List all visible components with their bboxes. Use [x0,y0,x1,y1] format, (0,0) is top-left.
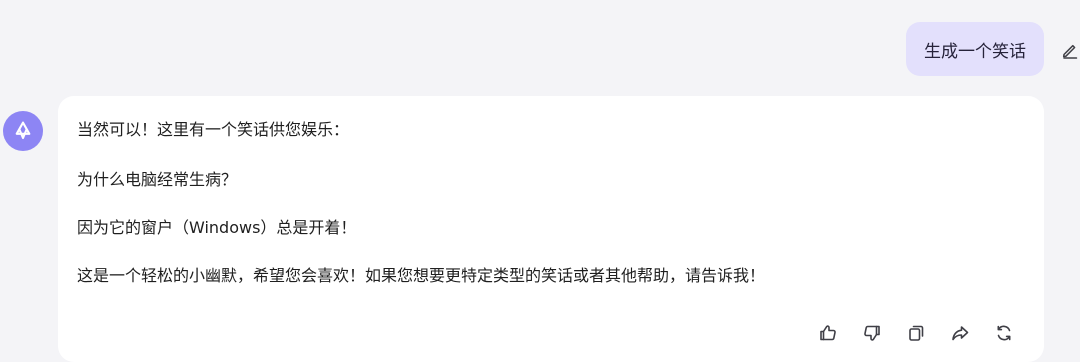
copy-button[interactable] [900,317,932,349]
assistant-avatar [3,111,43,151]
share-icon [952,326,969,341]
user-message-bubble: 生成一个笑话 [906,22,1044,76]
message-line-4: 这是一个轻松的小幽默，希望您会喜欢！如果您想要更特定类型的笑话或者其他帮助，请告… [77,266,766,285]
thumbs-down-icon [864,325,880,341]
share-button[interactable] [944,317,976,349]
dislike-button[interactable] [856,317,888,349]
regenerate-icon [997,325,1011,341]
message-line-1: 当然可以！这里有一个笑话供您娱乐： [77,120,350,139]
message-line-2: 为什么电脑经常生病？ [77,170,238,189]
user-message-row: 生成一个笑话 [0,22,1080,78]
message-actions [812,317,1020,349]
edit-icon[interactable] [1060,40,1080,60]
assistant-logo-icon [15,121,31,140]
assistant-message-card: 当然可以！这里有一个笑话供您娱乐： 为什么电脑经常生病？ 因为它的窗户（Wind… [58,96,1044,362]
user-message-text: 生成一个笑话 [924,41,1026,62]
regenerate-button[interactable] [988,317,1020,349]
message-line-3: 因为它的窗户（Windows）总是开着！ [77,218,357,237]
pencil-icon [1062,44,1078,59]
copy-icon [909,325,924,341]
like-button[interactable] [812,317,844,349]
thumbs-up-icon [820,325,836,341]
